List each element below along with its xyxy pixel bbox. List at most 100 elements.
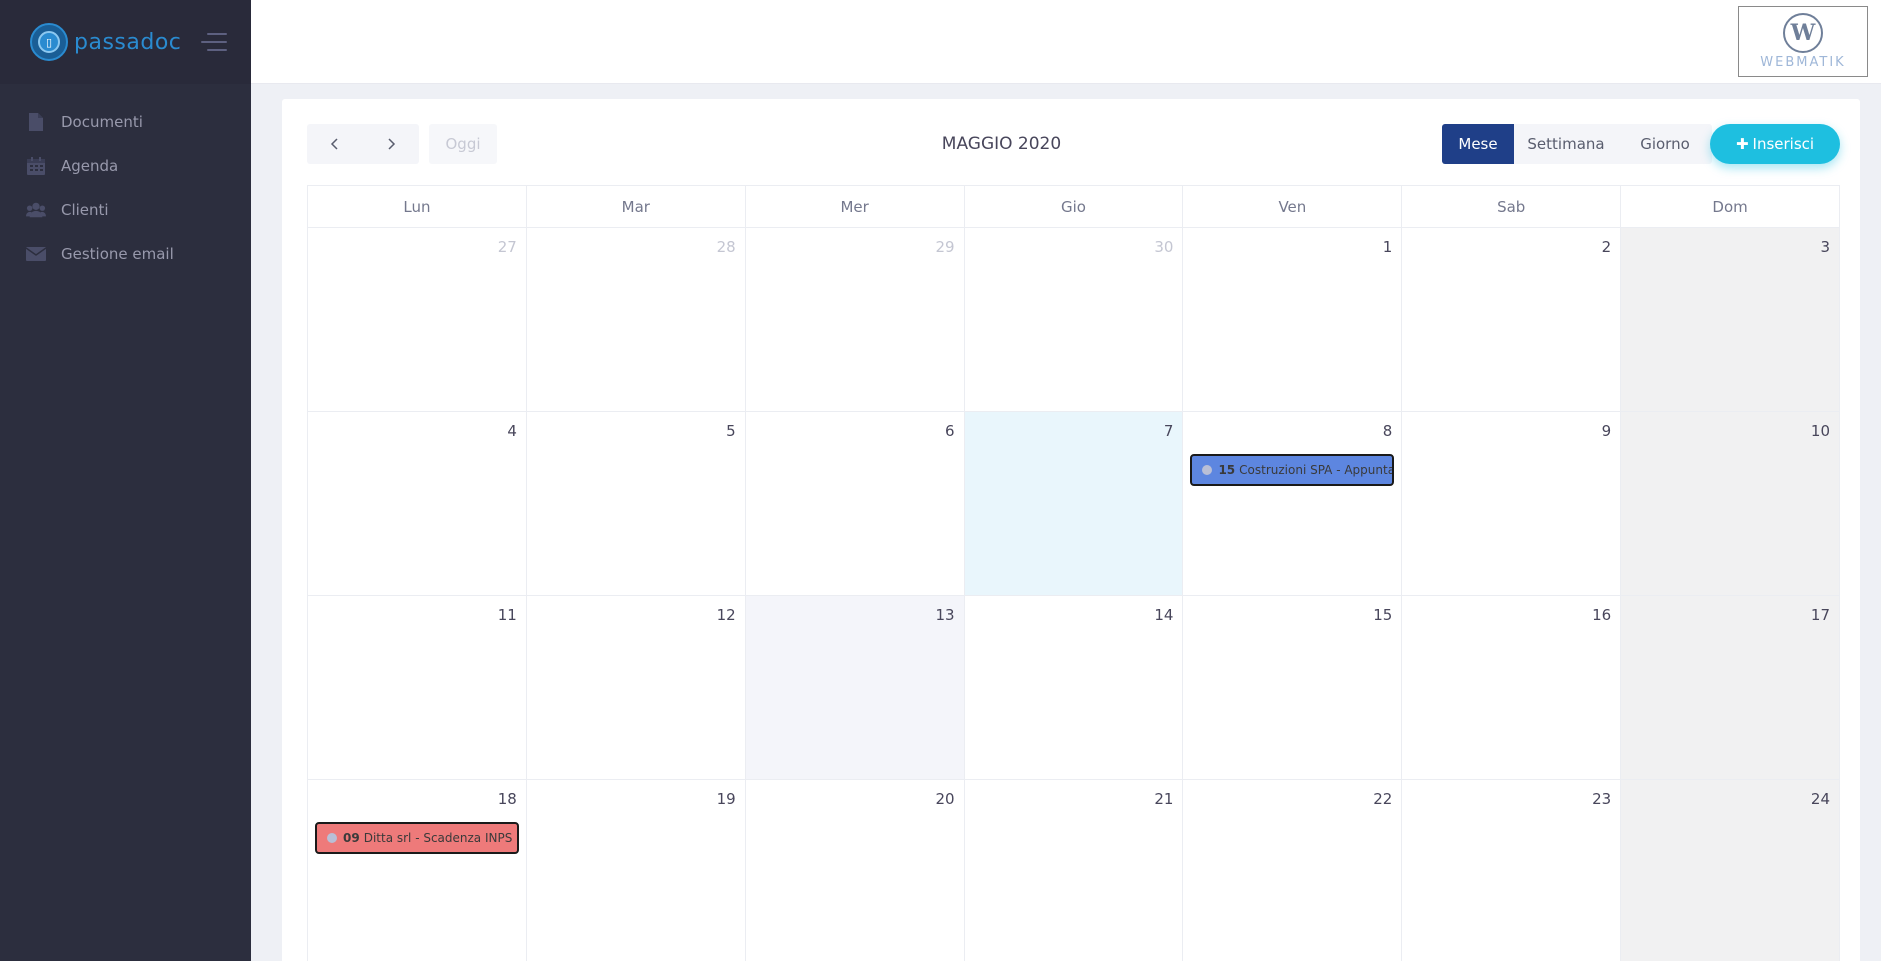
day-cell[interactable]: 29	[745, 228, 965, 412]
day-number: 10	[1810, 422, 1831, 440]
brand-header: ▯ passadoc	[0, 0, 251, 84]
day-cell[interactable]: 20	[746, 780, 965, 961]
day-number: 9	[1601, 422, 1612, 440]
day-number: 12	[716, 606, 736, 624]
calendar-event[interactable]: 15 Costruzioni SPA - Appuntamento	[1190, 454, 1395, 486]
day-number: 21	[1154, 790, 1174, 808]
day-cell[interactable]: 1	[1183, 228, 1403, 412]
day-cell[interactable]: 15	[1183, 596, 1403, 780]
event-title: Ditta srl - Scadenza INPS	[363, 831, 513, 845]
day-number: 8	[1382, 422, 1393, 440]
day-cell[interactable]: 30	[964, 228, 1184, 412]
day-number: 17	[1810, 606, 1831, 624]
app-logo-text[interactable]: passadoc	[74, 30, 181, 55]
day-number: 11	[497, 606, 517, 624]
sidebar-item-clienti[interactable]: Clienti	[0, 188, 251, 232]
sidebar-item-label: Gestione email	[61, 245, 174, 263]
day-number: 22	[1373, 790, 1393, 808]
plus-icon: ✚	[1735, 135, 1749, 153]
weekday-header: Gio	[964, 186, 1184, 228]
day-cell[interactable]: 6	[745, 412, 965, 596]
sidebar-item-agenda[interactable]: Agenda	[0, 144, 251, 188]
sidebar: ▯ passadoc Documenti Agenda Clienti Gest…	[0, 0, 251, 961]
day-number: 13	[935, 606, 955, 624]
weekday-header: Ven	[1183, 186, 1403, 228]
weekday-header: Sab	[1402, 186, 1622, 228]
weekday-header-row: Lun Mar Mer Gio Ven Sab Dom	[308, 186, 1841, 228]
day-number: 14	[1154, 606, 1174, 624]
calendar-event[interactable]: 09 Ditta srl - Scadenza INPS	[315, 822, 519, 854]
view-switcher: Mese Settimana Giorno	[1442, 124, 1712, 164]
day-cell[interactable]: 16	[1402, 596, 1622, 780]
view-day-button[interactable]: Giorno	[1618, 124, 1712, 164]
day-cell[interactable]: 5	[526, 412, 746, 596]
day-number: 16	[1592, 606, 1612, 624]
day-cell[interactable]: 12	[526, 596, 746, 780]
sidebar-item-label: Documenti	[61, 113, 143, 131]
day-number: 18	[497, 790, 517, 808]
day-cell[interactable]: 8 15 Costruzioni SPA - Appuntamento	[1183, 412, 1403, 596]
envelope-icon	[26, 244, 46, 264]
event-time: 15	[1218, 463, 1236, 477]
menu-toggle-icon[interactable]	[201, 33, 228, 51]
day-number: 27	[497, 238, 517, 256]
day-number: 24	[1810, 790, 1831, 808]
day-number: 1	[1382, 238, 1393, 256]
day-cell[interactable]: 18 09 Ditta srl - Scadenza INPS	[308, 780, 527, 961]
sidebar-menu: Documenti Agenda Clienti Gestione email	[0, 84, 251, 276]
view-week-button[interactable]: Settimana	[1514, 124, 1618, 164]
weekday-header: Mar	[526, 186, 746, 228]
day-number: 4	[507, 422, 517, 440]
event-time: 09	[343, 831, 360, 845]
day-number: 6	[945, 422, 955, 440]
day-cell[interactable]: 2	[1402, 228, 1622, 412]
wordpress-icon: W	[1783, 13, 1823, 53]
week-row: 18 09 Ditta srl - Scadenza INPS 19 20 21…	[308, 780, 1841, 961]
weekday-header: Lun	[308, 186, 527, 228]
view-month-button[interactable]: Mese	[1442, 124, 1514, 164]
day-cell[interactable]: 21	[965, 780, 1184, 961]
partner-logo[interactable]: W WEBMATIK	[1738, 6, 1868, 77]
day-cell[interactable]: 19	[527, 780, 746, 961]
day-number: 29	[935, 238, 955, 256]
event-dot-icon	[1202, 465, 1213, 475]
users-icon	[26, 200, 46, 220]
weekday-header: Mer	[745, 186, 965, 228]
calendar-card: Oggi MAGGIO 2020 Mese Settimana Giorno ✚…	[282, 99, 1860, 961]
day-cell[interactable]: 17	[1621, 596, 1841, 780]
day-cell[interactable]: 13	[745, 596, 965, 780]
day-number: 5	[726, 422, 736, 440]
sidebar-item-documenti[interactable]: Documenti	[0, 100, 251, 144]
day-number: 19	[716, 790, 736, 808]
day-cell[interactable]: 3	[1621, 228, 1841, 412]
sidebar-item-label: Clienti	[61, 201, 109, 219]
day-cell[interactable]: 14	[964, 596, 1184, 780]
day-number: 3	[1820, 238, 1831, 256]
calendar-toolbar: Oggi MAGGIO 2020 Mese Settimana Giorno ✚…	[307, 124, 1840, 164]
day-number: 2	[1601, 238, 1612, 256]
week-row: 11 12 13 14 15 16 17	[308, 596, 1841, 780]
add-event-button[interactable]: ✚ Inserisci	[1710, 124, 1840, 164]
day-number: 15	[1373, 606, 1393, 624]
day-cell[interactable]: 9	[1402, 412, 1622, 596]
event-dot-icon	[327, 833, 337, 843]
day-cell[interactable]: 27	[308, 228, 527, 412]
day-number: 23	[1592, 790, 1612, 808]
add-event-label: Inserisci	[1752, 135, 1815, 153]
day-cell[interactable]: 10	[1621, 412, 1841, 596]
day-cell[interactable]: 11	[308, 596, 527, 780]
day-cell-today[interactable]: 7	[964, 412, 1184, 596]
day-cell[interactable]: 24	[1621, 780, 1841, 961]
day-number: 30	[1154, 238, 1174, 256]
app-logo-icon[interactable]: ▯	[30, 23, 68, 61]
day-cell[interactable]: 23	[1402, 780, 1622, 961]
week-row: 27 28 29 30 1 2 3	[308, 228, 1841, 412]
day-cell[interactable]: 22	[1183, 780, 1403, 961]
day-cell[interactable]: 4	[308, 412, 527, 596]
day-number: 28	[716, 238, 736, 256]
week-row: 4 5 6 7 8 15 Costruzioni SPA - Appuntame…	[308, 412, 1841, 596]
file-icon	[26, 112, 46, 132]
calendar-icon	[26, 156, 46, 176]
sidebar-item-gestione-email[interactable]: Gestione email	[0, 232, 251, 276]
day-cell[interactable]: 28	[526, 228, 746, 412]
